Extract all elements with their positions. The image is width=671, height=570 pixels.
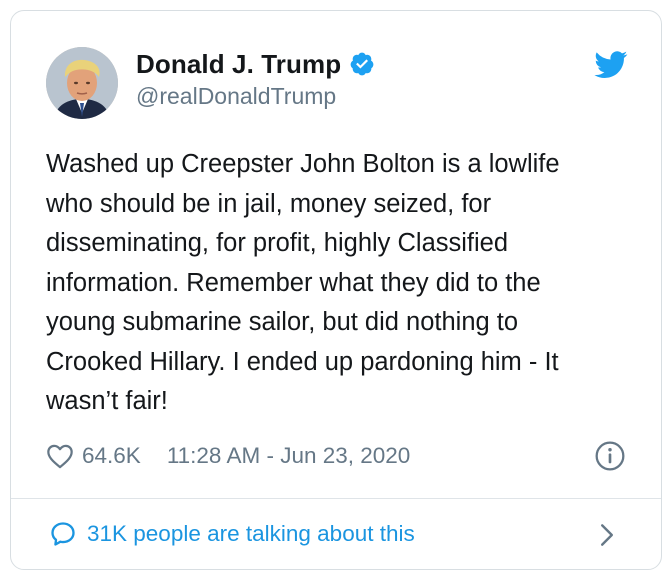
avatar-image [46,47,118,119]
author-handle[interactable]: @realDonaldTrump [136,83,336,110]
conversation-link[interactable]: 31K people are talking about this [49,517,415,551]
conversation-label: 31K people are talking about this [87,521,415,546]
twitter-bird-icon[interactable] [594,51,628,79]
tweet-timestamp[interactable]: 11:28 AM - Jun 23, 2020 [167,443,411,469]
chevron-right-icon[interactable] [599,523,615,547]
avatar[interactable] [46,47,118,119]
tweet-card: Donald J. Trump @realDonaldTrump Washed … [10,10,662,570]
tweet-meta-row: 64.6K 11:28 AM - Jun 23, 2020 [46,439,410,473]
tweet-text: Washed up Creepster John Bolton is a low… [46,150,560,415]
like-count[interactable]: 64.6K [82,443,141,469]
heart-icon[interactable] [46,443,74,469]
author-name[interactable]: Donald J. Trump [136,49,341,80]
divider [11,498,661,499]
info-icon[interactable] [594,440,626,472]
speech-bubble-icon [51,522,75,546]
author-name-row: Donald J. Trump [136,47,375,81]
verified-badge-icon [350,52,374,76]
